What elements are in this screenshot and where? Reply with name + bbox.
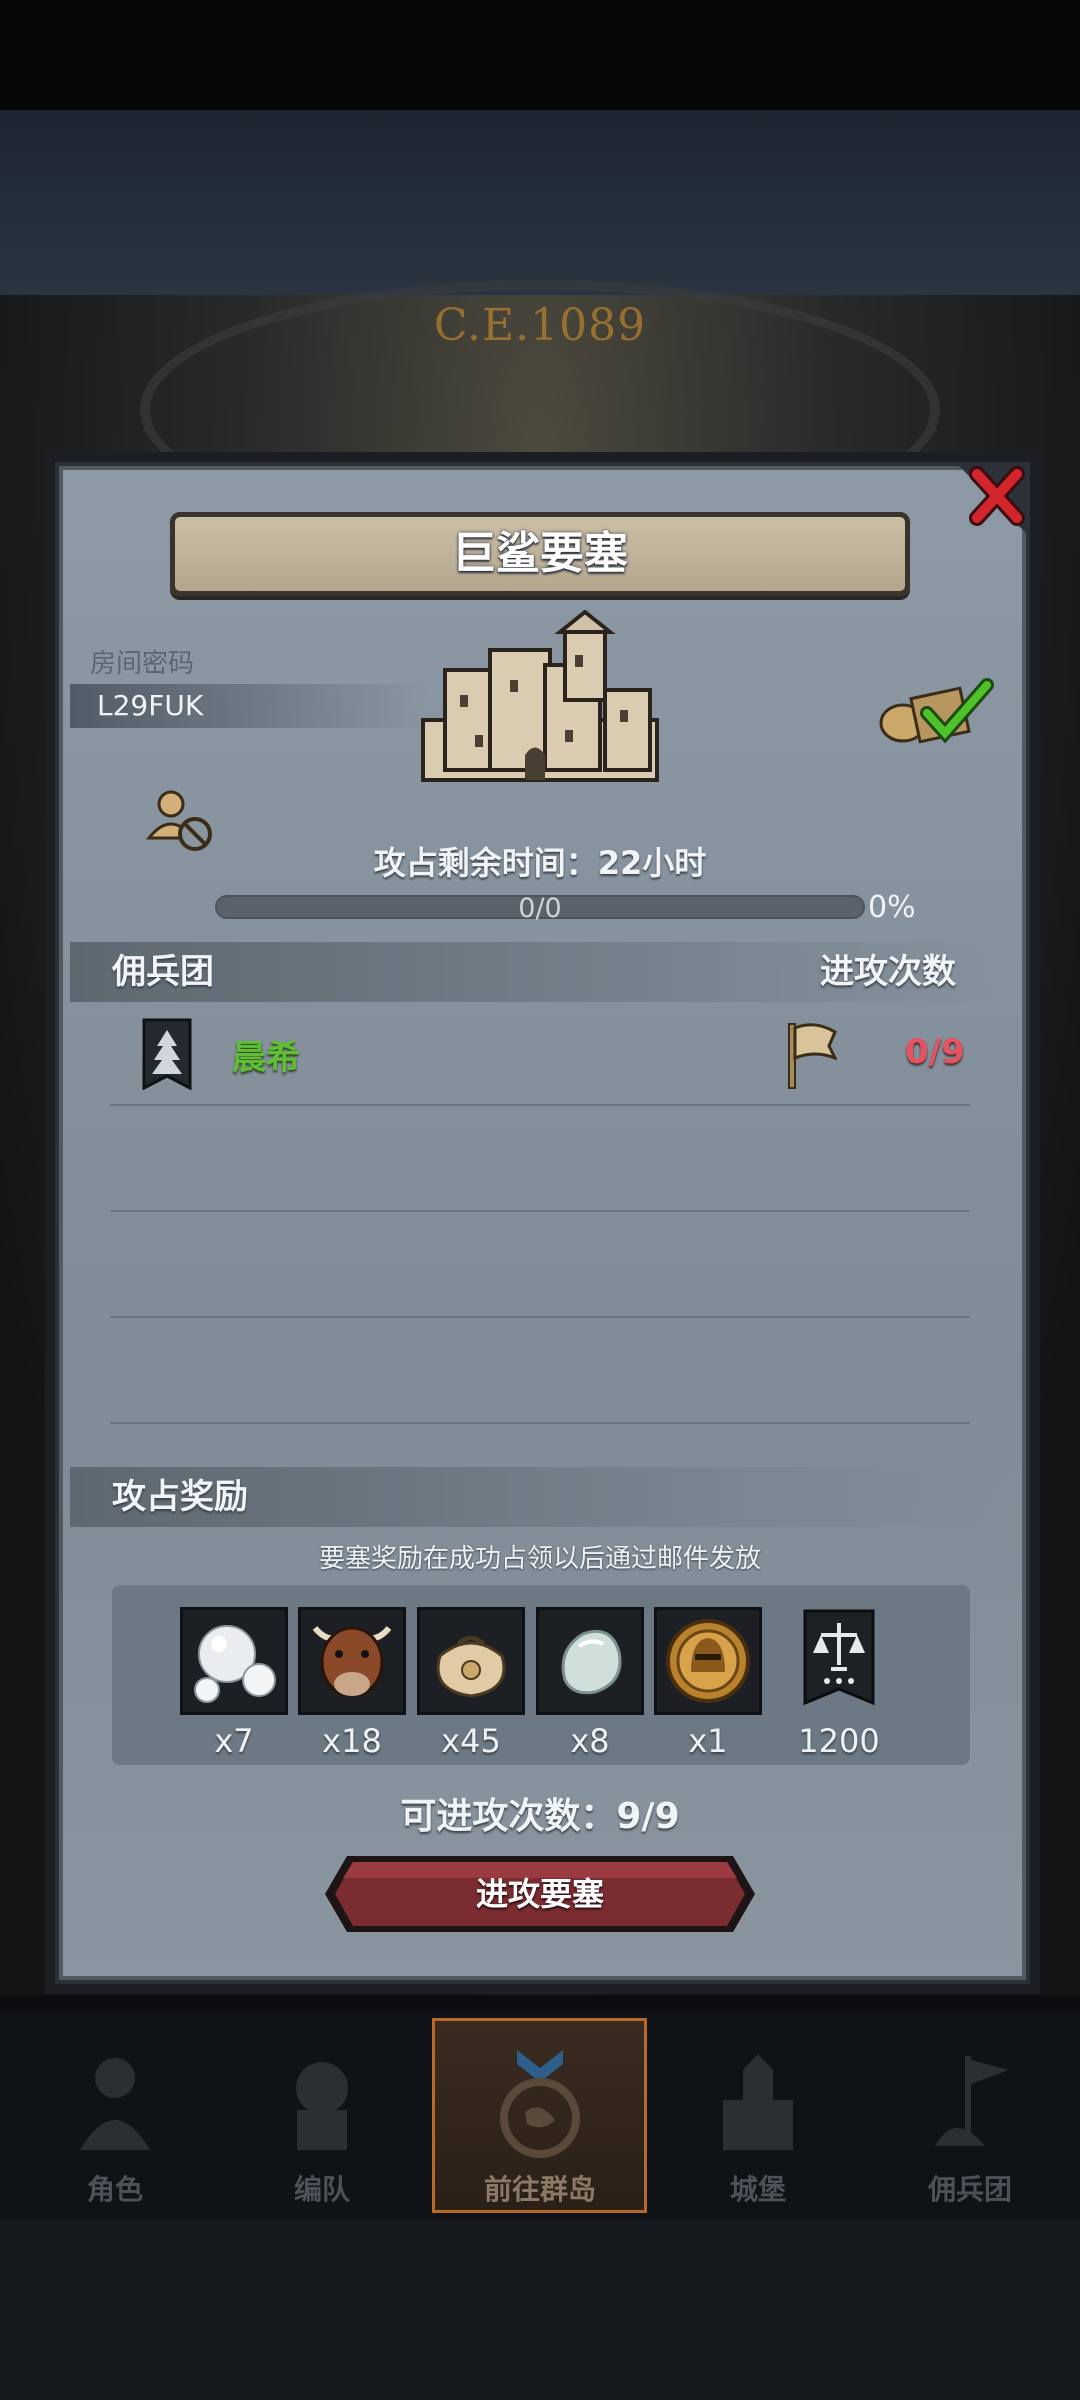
room-code-label: 房间密码 xyxy=(90,649,195,679)
nav-castle[interactable]: 城堡 xyxy=(658,2030,858,2220)
remaining-attacks: 可进攻次数：9/9 xyxy=(400,1796,680,1837)
rewards-note: 要塞奖励在成功占领以后通过邮件发放 xyxy=(318,1544,761,1574)
capture-progress-text: 0/0 xyxy=(518,893,562,924)
nav-character[interactable]: 角色 xyxy=(15,2030,215,2220)
rewards-header: 攻占奖励 xyxy=(112,1477,248,1517)
coin-sack-icon xyxy=(436,1636,506,1698)
nav-label: 佣兵团 xyxy=(927,2173,1012,2206)
pearl-icon xyxy=(194,1625,276,1703)
stone-icon xyxy=(561,1629,622,1695)
nav-label: 编队 xyxy=(293,2173,350,2206)
row-divider xyxy=(110,1316,970,1318)
mercenary-attack-count: 0/9 xyxy=(905,1032,965,1072)
nav-label: 角色 xyxy=(86,2173,143,2206)
attack-count-header: 进攻次数 xyxy=(820,952,956,992)
mercenary-header: 佣兵团 xyxy=(112,952,214,992)
nav-formation[interactable]: 编队 xyxy=(222,2030,422,2220)
flag-icon xyxy=(785,1020,839,1090)
reward-item-justice-banner[interactable] xyxy=(785,1607,893,1715)
nav-islands[interactable]: 前往群岛 xyxy=(440,2030,640,2220)
nav-label: 前往群岛 xyxy=(483,2173,596,2206)
bull-icon xyxy=(312,1626,392,1698)
attack-fortress-label: 进攻要塞 xyxy=(475,1875,604,1913)
fortress-icon xyxy=(415,609,665,790)
row-divider xyxy=(110,1422,970,1424)
formation-icon xyxy=(296,2062,348,2150)
capture-time-remaining: 攻占剩余时间：22小时 xyxy=(373,844,707,882)
era-label: C.E.1089 xyxy=(433,300,647,351)
row-divider xyxy=(110,1210,970,1212)
nav-mercenary[interactable]: 佣兵团 xyxy=(870,2030,1070,2220)
bottom-fill xyxy=(0,2220,1080,2400)
knight-medal-icon xyxy=(666,1619,750,1703)
reward-quantity: 1200 xyxy=(798,1722,880,1760)
reward-item-coin-sack[interactable] xyxy=(417,1607,525,1715)
castle-icon xyxy=(723,2054,793,2150)
nav-label: 城堡 xyxy=(729,2173,786,2206)
reward-item-pearl[interactable] xyxy=(180,1607,288,1715)
top-band xyxy=(0,110,1080,295)
character-icon xyxy=(80,2058,150,2150)
reward-quantity: x1 xyxy=(688,1722,728,1760)
reward-item-bull[interactable] xyxy=(298,1607,406,1715)
guild-banner-icon[interactable] xyxy=(142,1018,192,1091)
reward-item-stone[interactable] xyxy=(536,1607,644,1715)
island-compass-icon xyxy=(500,2050,580,2158)
reward-item-knight-medal[interactable] xyxy=(654,1607,762,1715)
capture-progress-percent: 0% xyxy=(868,890,916,925)
dialog-title: 巨鲨要塞 xyxy=(452,528,628,579)
row-divider xyxy=(110,1104,970,1106)
close-button[interactable] xyxy=(955,462,1030,537)
justice-banner-icon xyxy=(803,1609,875,1706)
mercenary-name[interactable]: 晨希 xyxy=(232,1030,300,1079)
status-bar xyxy=(0,0,1080,110)
close-icon xyxy=(955,462,1030,537)
mercenary-icon xyxy=(935,2056,1009,2146)
room-code-value[interactable]: L29FUK xyxy=(97,684,203,728)
reward-bag-check-icon[interactable] xyxy=(875,675,1000,745)
